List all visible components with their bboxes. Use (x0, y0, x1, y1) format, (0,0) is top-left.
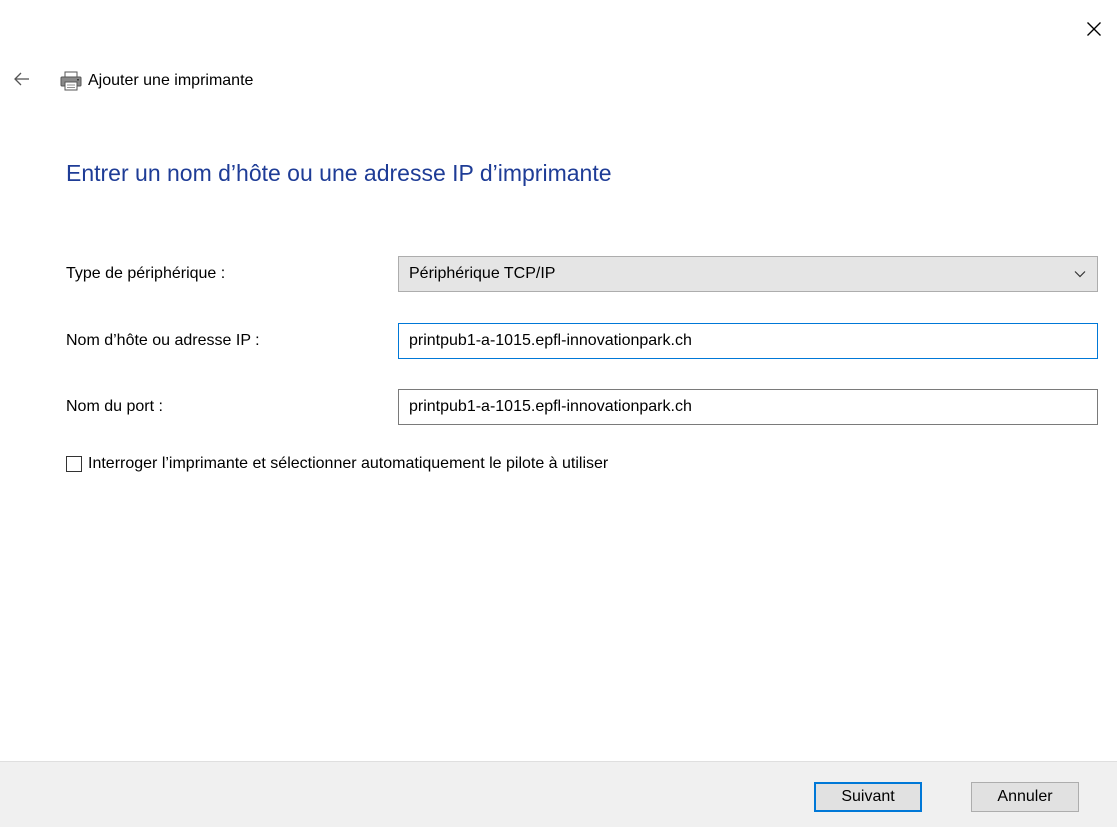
wizard-title: Ajouter une imprimante (88, 72, 254, 89)
back-button[interactable] (10, 69, 34, 93)
wizard-footer: Suivant Annuler (0, 761, 1117, 827)
close-icon (1086, 21, 1102, 37)
auto-driver-checkbox[interactable] (66, 456, 82, 472)
back-arrow-icon (14, 72, 30, 91)
hostname-label: Nom d’hôte ou adresse IP : (66, 332, 260, 349)
auto-driver-label: Interroger l’imprimante et sélectionner … (88, 455, 609, 472)
device-type-selected-value: Périphérique TCP/IP (409, 265, 556, 282)
device-type-select[interactable]: Périphérique TCP/IP (398, 256, 1098, 292)
port-row: Nom du port : (66, 388, 1098, 426)
cancel-button[interactable]: Annuler (971, 782, 1079, 812)
device-type-label: Type de périphérique : (66, 265, 226, 282)
auto-driver-option[interactable]: Interroger l’imprimante et sélectionner … (66, 452, 608, 476)
page-title: Entrer un nom d’hôte ou une adresse IP d… (66, 160, 612, 186)
port-name-input[interactable] (398, 389, 1098, 425)
close-button[interactable] (1077, 12, 1111, 46)
printer-icon (60, 70, 82, 92)
port-label: Nom du port : (66, 398, 163, 415)
hostname-row: Nom d’hôte ou adresse IP : (66, 322, 1098, 360)
device-type-row: Type de périphérique : Périphérique TCP/… (66, 255, 1098, 293)
next-button[interactable]: Suivant (814, 782, 922, 812)
chevron-down-icon (1073, 269, 1087, 279)
hostname-input[interactable] (398, 323, 1098, 359)
add-printer-window: Ajouter une imprimante Entrer un nom d’h… (0, 0, 1117, 827)
wizard-header: Ajouter une imprimante (10, 66, 253, 96)
